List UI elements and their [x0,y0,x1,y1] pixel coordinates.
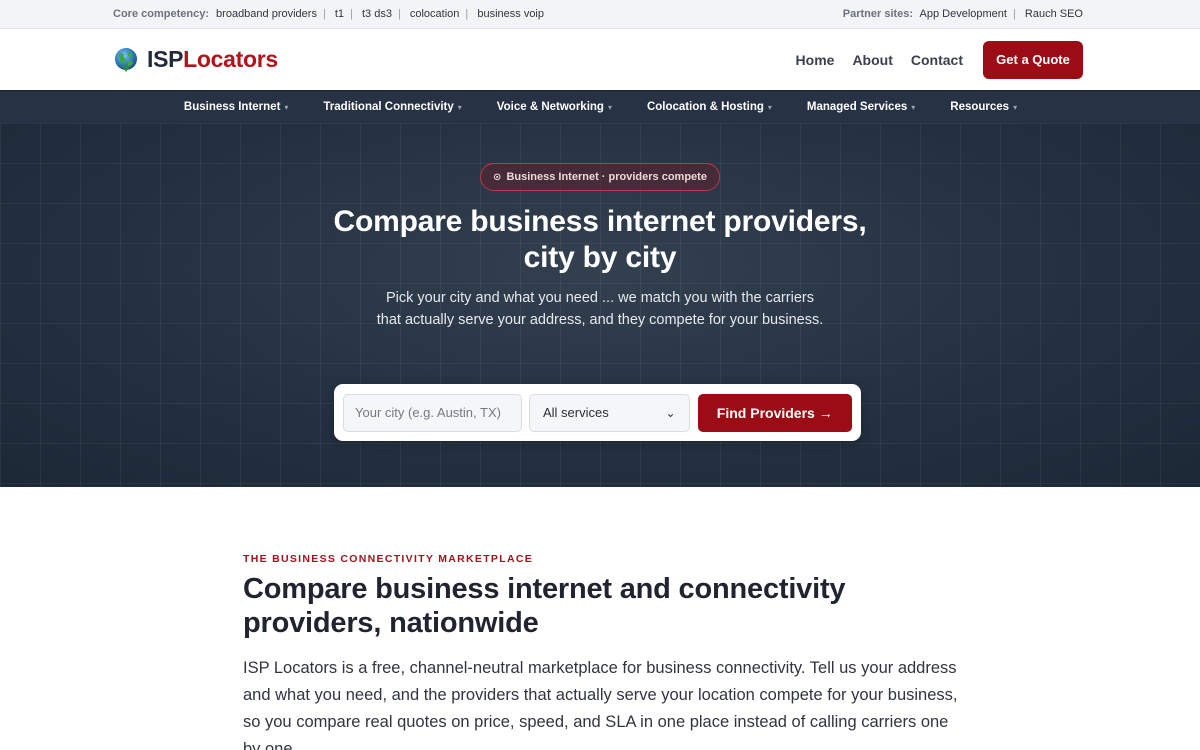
provider-search-form: All services ⌄ Find Providers → [334,384,861,441]
get-quote-button[interactable]: Get a Quote [983,40,1083,79]
logo-text-locators: Locators [183,46,278,72]
core-competency-label: Core competency: [113,8,209,20]
find-providers-button[interactable]: Find Providers → [697,393,852,432]
section-heading: Compare business internet and connectivi… [243,573,846,639]
site-logo[interactable]: ISPLocators [113,46,278,73]
city-input[interactable] [343,393,522,432]
category-nav: Business Internet ▾ Traditional Connectiv… [0,90,1200,123]
partner-sites-label: Partner sites: [842,8,914,20]
caret-down-icon: ▾ [607,102,612,112]
core-link-business-voip[interactable]: business voip [477,8,544,20]
caret-down-icon: ▾ [1013,102,1018,112]
category-colocation-hosting[interactable]: Colocation & Hosting ▾ [647,101,772,113]
service-select[interactable]: All services ⌄ [529,393,690,432]
hero-title: Compare business internet providers, cit… [333,205,867,274]
partner-link-rauch-seo[interactable]: Rauch SEO [1025,8,1083,20]
service-select-value: All services [543,405,609,420]
caret-down-icon: ▾ [911,102,916,112]
main-nav: Home About Contact Get a Quote [778,40,1083,79]
core-link-t3-ds3[interactable]: t3 ds3 [362,8,392,20]
logo-text-isp: ISP [147,46,184,72]
core-link-colocation[interactable]: colocation [410,8,460,20]
hero-section: ⊙ Business Internet · providers compete … [0,123,1200,487]
core-competency-links: Core competency: broadband providers | t1… [113,8,544,20]
nav-about[interactable]: About [852,52,892,68]
partner-sites-links: Partner sites: App Development | Rauch SE… [842,8,1083,20]
partner-link-app-development[interactable]: App Development [920,8,1007,20]
section-paragraph: ISP Locators is a free, channel-neutral … [243,659,958,750]
hero-badge-text: Business Internet · providers compete [506,171,707,183]
nav-home[interactable]: Home [796,52,835,68]
core-link-t1[interactable]: t1 [335,8,344,20]
category-traditional-connectivity[interactable]: Traditional Connectivity ▾ [323,101,461,113]
top-utility-bar: Core competency: broadband providers | t1… [0,0,1200,29]
category-managed-services[interactable]: Managed Services ▾ [807,101,915,113]
nav-contact[interactable]: Contact [911,52,963,68]
target-icon: ⊙ [493,171,502,183]
hero-subtitle: Pick your city and what you need ... we … [376,290,824,328]
section-eyebrow: THE BUSINESS CONNECTIVITY MARKETPLACE [243,553,534,565]
core-link-broadband[interactable]: broadband providers [216,8,317,20]
category-resources[interactable]: Resources ▾ [950,101,1017,113]
intro-section: THE BUSINESS CONNECTIVITY MARKETPLACE Co… [0,487,1200,750]
site-header: ISPLocators Home About Contact Get a Quo… [0,29,1200,90]
caret-down-icon: ▾ [284,102,289,112]
caret-down-icon: ▾ [767,102,772,112]
chevron-down-icon: ⌄ [665,405,676,420]
globe-icon [115,47,137,72]
category-business-internet[interactable]: Business Internet ▾ [184,101,289,113]
caret-down-icon: ▾ [457,102,462,112]
category-voice-networking[interactable]: Voice & Networking ▾ [497,101,612,113]
hero-badge: ⊙ Business Internet · providers compete [480,163,720,191]
